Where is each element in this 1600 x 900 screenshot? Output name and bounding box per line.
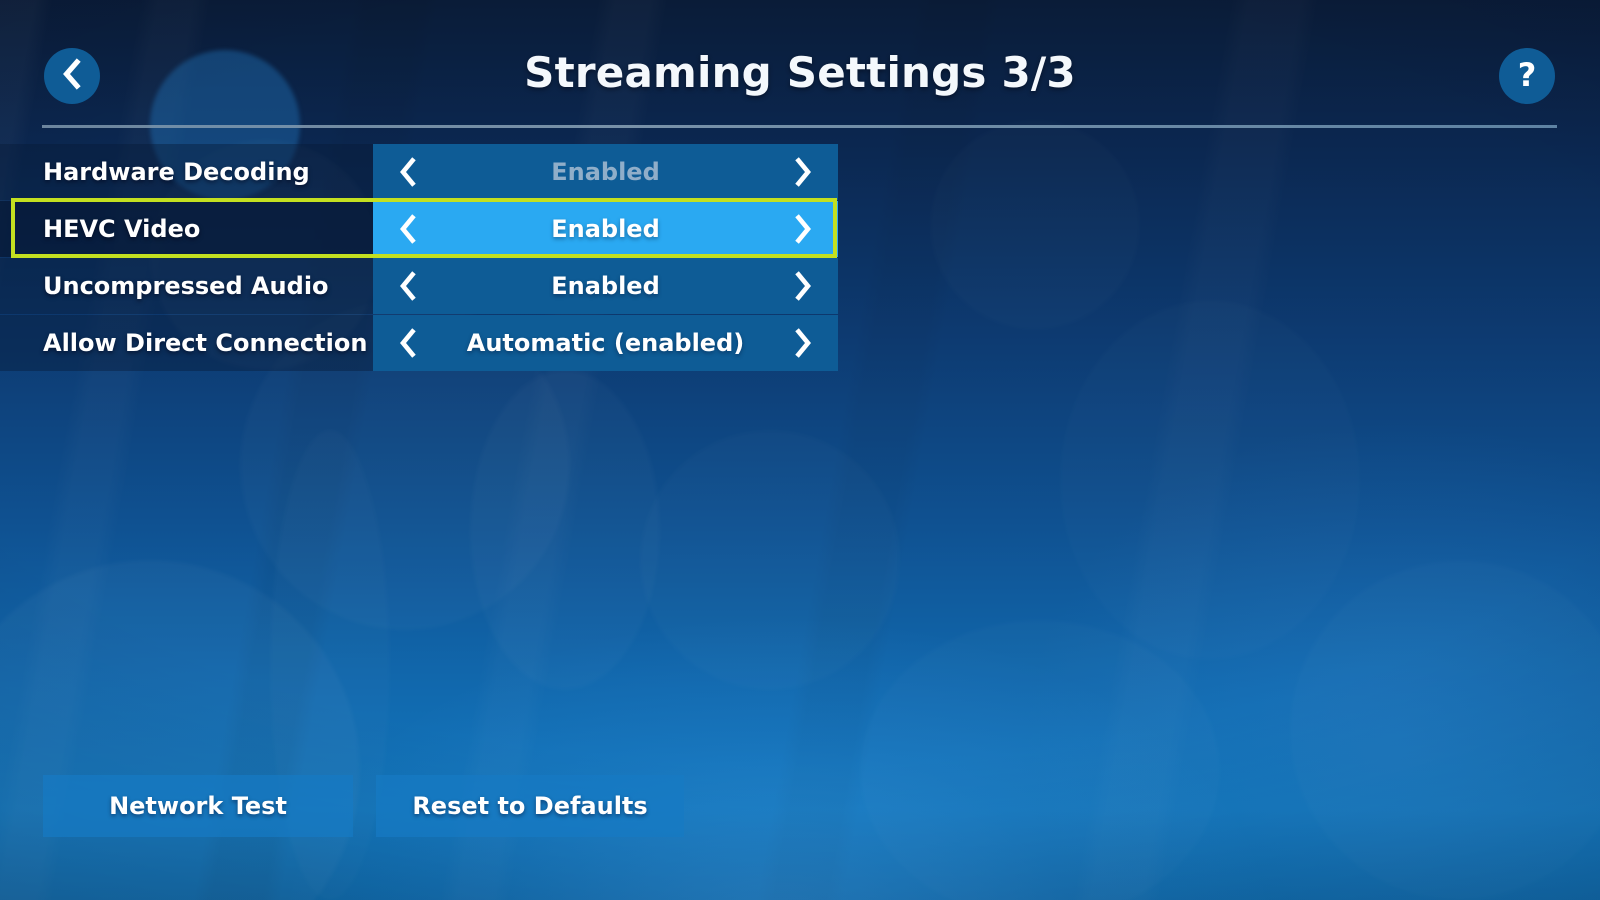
footer-buttons: Network Test Reset to Defaults [43,775,684,837]
question-mark-icon: ? [1517,56,1537,94]
setting-value-stepper[interactable]: Enabled [373,201,838,257]
header-divider [42,125,1557,128]
reset-to-defaults-button[interactable]: Reset to Defaults [376,775,684,837]
chevron-right-icon[interactable] [790,326,816,360]
setting-label: Allow Direct Connection [0,315,373,371]
setting-row-hevc-video[interactable]: HEVC Video Enabled [0,201,853,257]
header: Streaming Settings 3/3 ? [0,0,1600,128]
setting-value-text: Enabled [551,272,660,300]
bokeh-circle [1060,300,1360,660]
setting-row-uncompressed-audio[interactable]: Uncompressed Audio Enabled [0,258,853,314]
chevron-left-icon[interactable] [395,155,421,189]
help-button[interactable]: ? [1499,48,1555,104]
settings-list: Hardware Decoding Enabled HEVC Video Ena… [0,144,900,371]
bokeh-circle [860,620,1220,900]
setting-value-text: Automatic (enabled) [466,329,745,357]
background-glow-right [1020,414,1600,900]
setting-label: HEVC Video [0,201,373,257]
settings-screen: Streaming Settings 3/3 ? Hardware Decodi… [0,0,1600,900]
chevron-right-icon[interactable] [790,212,816,246]
page-title: Streaming Settings 3/3 [524,48,1076,97]
setting-value-text: Enabled [551,158,660,186]
setting-value-stepper[interactable]: Enabled [373,144,838,200]
bokeh-circle [1290,560,1600,900]
setting-value-stepper[interactable]: Enabled [373,258,838,314]
chevron-right-icon[interactable] [790,269,816,303]
chevron-left-icon[interactable] [395,212,421,246]
background-glow-bottom [288,620,1268,900]
bokeh-circle [470,370,660,690]
setting-row-allow-direct-connection[interactable]: Allow Direct Connection Automatic (enabl… [0,315,853,371]
setting-label: Uncompressed Audio [0,258,373,314]
bokeh-circle [930,120,1140,330]
setting-value-text: Enabled [551,215,660,243]
setting-label: Hardware Decoding [0,144,373,200]
chevron-right-icon[interactable] [790,155,816,189]
bokeh-circle [640,430,900,690]
bokeh-circle [0,560,360,900]
setting-value-stepper[interactable]: Automatic (enabled) [373,315,838,371]
setting-row-hardware-decoding[interactable]: Hardware Decoding Enabled [0,144,853,200]
chevron-left-icon[interactable] [395,326,421,360]
background-streaks [0,0,1600,900]
background-vignette [0,0,1600,900]
chevron-left-icon[interactable] [395,269,421,303]
network-test-button[interactable]: Network Test [43,775,353,837]
